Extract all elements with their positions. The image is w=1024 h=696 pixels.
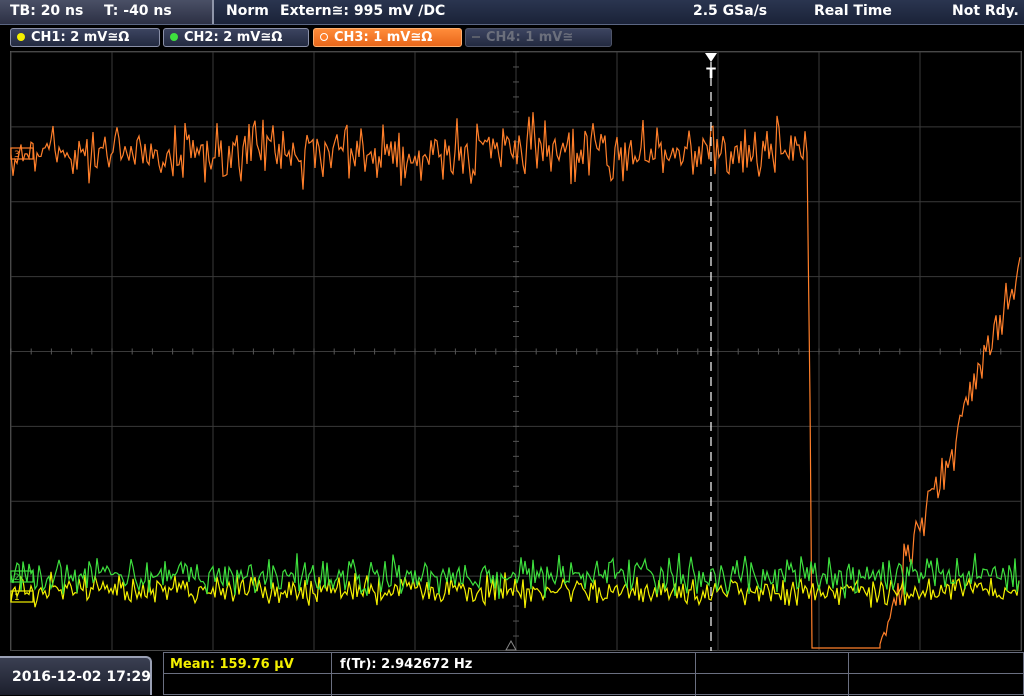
measurement-column-divider: [695, 653, 696, 696]
measurement-column-divider: [331, 653, 332, 696]
frequency-measurement[interactable]: f(Tr): 2.942672 Hz: [340, 657, 472, 672]
datetime-panel: 2016-12-02 17:29: [0, 656, 152, 695]
svg-text:3: 3: [14, 150, 20, 160]
svg-text:2: 2: [14, 573, 20, 583]
time-reference-marker-icon: [505, 639, 517, 651]
mean-measurement[interactable]: Mean: 159.76 µV: [170, 657, 294, 672]
waveform-canvas: T 3 2 1: [10, 51, 1022, 652]
datetime-readout: 2016-12-02 17:29: [12, 669, 151, 685]
measurement-panel[interactable]: Mean: 159.76 µV f(Tr): 2.942672 Hz: [163, 652, 1024, 696]
trigger-arrow-icon[interactable]: [705, 53, 717, 62]
measurement-divider: [164, 673, 1024, 674]
svg-text:1: 1: [14, 593, 20, 603]
graticule: [10, 51, 1022, 652]
trigger-marker-label: T: [706, 66, 716, 82]
measurement-column-divider: [848, 653, 849, 696]
